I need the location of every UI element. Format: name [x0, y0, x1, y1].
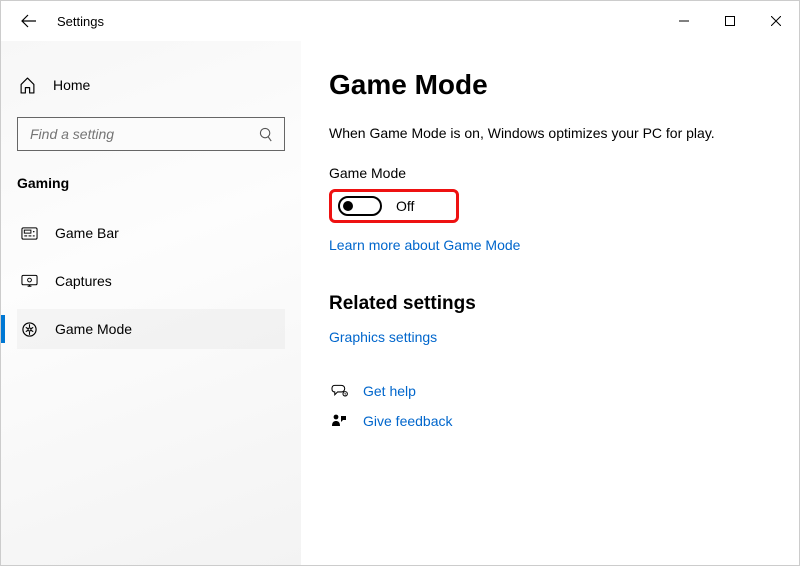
related-heading: Related settings	[329, 293, 775, 315]
maximize-icon	[725, 16, 735, 26]
section-label: Gaming	[17, 175, 285, 191]
sidebar-item-game-bar[interactable]: Game Bar	[17, 213, 285, 253]
home-nav[interactable]: Home	[17, 67, 285, 103]
chat-icon: ?	[329, 383, 349, 399]
main-content: Game Mode When Game Mode is on, Windows …	[301, 41, 799, 565]
give-feedback-row[interactable]: Give feedback	[329, 413, 775, 429]
home-icon	[17, 77, 37, 94]
search-icon	[259, 127, 274, 142]
graphics-settings-link[interactable]: Graphics settings	[329, 329, 437, 345]
home-label: Home	[53, 77, 90, 93]
feedback-icon	[329, 413, 349, 429]
sidebar-item-game-mode[interactable]: Game Mode	[17, 309, 285, 349]
back-button[interactable]	[19, 11, 39, 31]
sidebar-item-label: Captures	[55, 273, 112, 289]
arrow-left-icon	[21, 13, 37, 29]
search-box[interactable]	[17, 117, 285, 151]
captures-icon	[19, 274, 39, 288]
toggle-label: Game Mode	[329, 165, 775, 181]
maximize-button[interactable]	[707, 5, 753, 37]
toggle-state: Off	[396, 198, 414, 214]
close-icon	[771, 16, 781, 26]
game-mode-icon	[19, 321, 39, 338]
minimize-icon	[679, 16, 689, 26]
window-title: Settings	[57, 14, 104, 29]
page-title: Game Mode	[329, 69, 775, 101]
get-help-link: Get help	[363, 383, 416, 399]
sidebar-item-label: Game Bar	[55, 225, 119, 241]
title-bar: Settings	[1, 1, 799, 41]
sidebar-item-label: Game Mode	[55, 321, 132, 337]
toggle-thumb	[343, 201, 353, 211]
page-description: When Game Mode is on, Windows optimizes …	[329, 125, 775, 141]
give-feedback-link: Give feedback	[363, 413, 453, 429]
sidebar: Home Gaming Game Bar Captures Game	[1, 41, 301, 565]
minimize-button[interactable]	[661, 5, 707, 37]
toggle-track	[338, 196, 382, 216]
search-input[interactable]	[28, 125, 259, 143]
game-mode-toggle[interactable]: Off	[329, 189, 459, 223]
sidebar-item-captures[interactable]: Captures	[17, 261, 285, 301]
close-button[interactable]	[753, 5, 799, 37]
get-help-row[interactable]: ? Get help	[329, 383, 775, 399]
learn-more-link[interactable]: Learn more about Game Mode	[329, 237, 520, 253]
window-controls	[661, 5, 799, 37]
game-bar-icon	[19, 226, 39, 241]
